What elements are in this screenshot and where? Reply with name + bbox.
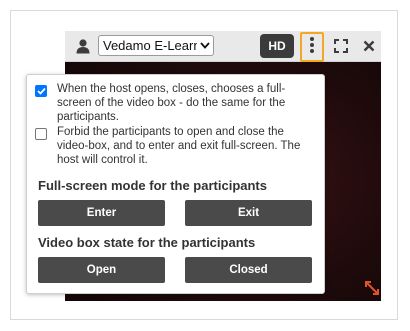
hd-button[interactable]: HD <box>260 34 294 58</box>
vertical-dots-icon <box>309 36 315 59</box>
sync-host-checkbox[interactable] <box>35 85 47 97</box>
sync-host-option[interactable]: When the host opens, closes, chooses a f… <box>35 82 313 124</box>
forbid-participants-label: Forbid the participants to open and clos… <box>57 126 301 166</box>
room-select-value: Vedamo E-Learning <box>103 38 197 53</box>
video-toolbar: Vedamo E-Learning HD <box>65 31 381 62</box>
video-settings-popup: When the host opens, closes, chooses a f… <box>26 74 325 294</box>
close-video-box-button[interactable]: Closed <box>185 257 312 283</box>
chevron-down-icon <box>197 42 213 49</box>
forbid-participants-option[interactable]: Forbid the participants to open and clos… <box>35 125 313 167</box>
exit-fullscreen-button[interactable]: Exit <box>185 200 312 226</box>
diagonal-resize-icon[interactable] <box>364 280 380 296</box>
open-video-box-button[interactable]: Open <box>38 257 165 283</box>
enter-fullscreen-button[interactable]: Enter <box>38 200 165 226</box>
settings-menu-button[interactable] <box>300 32 324 62</box>
fullscreen-section-title: Full-screen mode for the participants <box>38 178 267 193</box>
fullscreen-icon[interactable] <box>331 31 351 61</box>
room-select[interactable]: Vedamo E-Learning <box>98 35 214 56</box>
sync-host-label: When the host opens, closes, chooses a f… <box>57 83 286 123</box>
user-icon <box>73 31 93 61</box>
forbid-participants-checkbox[interactable] <box>35 128 47 140</box>
video-state-section-title: Video box state for the participants <box>38 235 256 250</box>
close-icon[interactable] <box>359 31 379 61</box>
